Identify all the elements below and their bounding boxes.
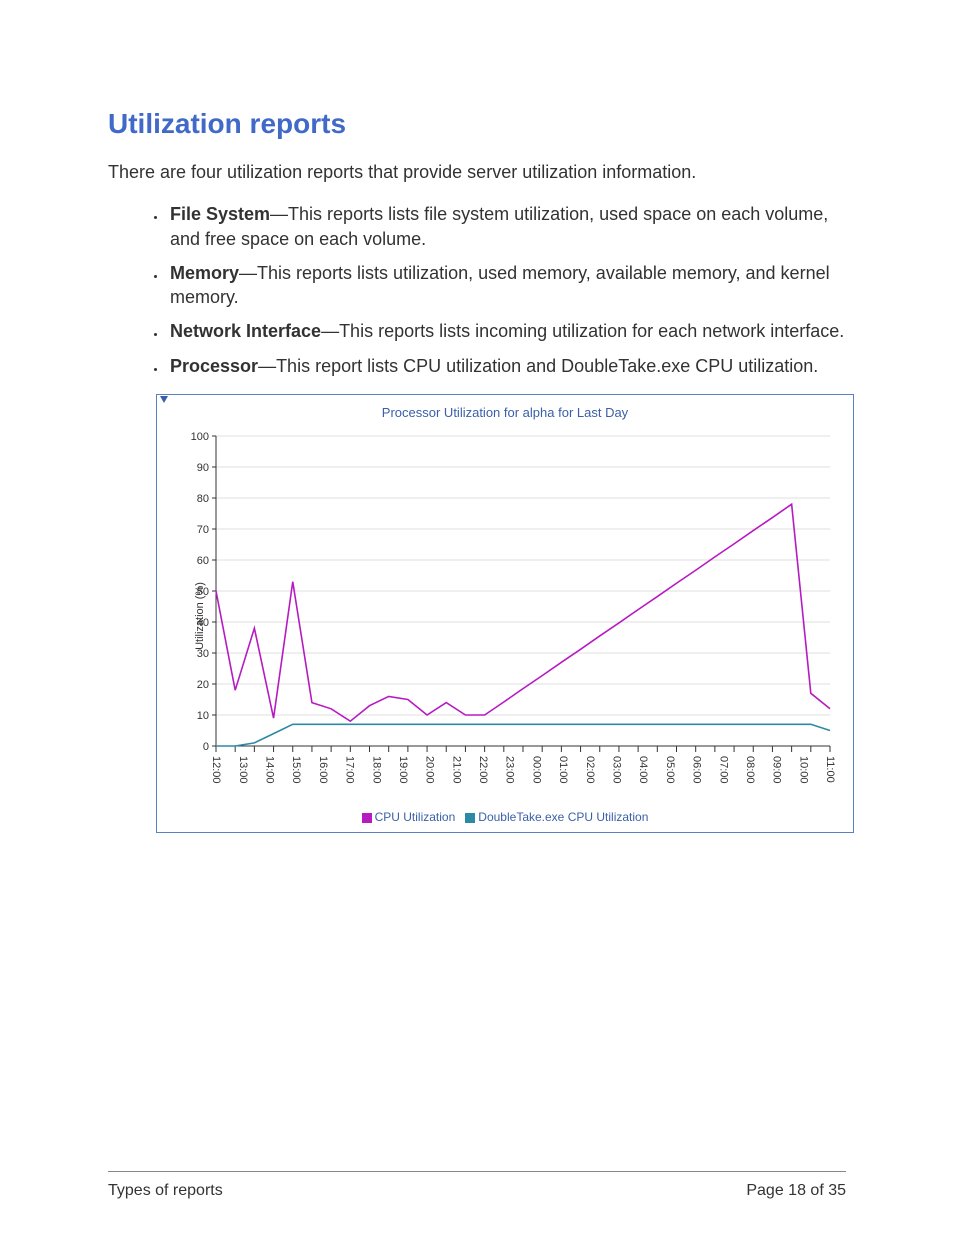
footer-section: Types of reports	[108, 1182, 223, 1200]
chart-menu-icon[interactable]	[160, 396, 168, 403]
svg-text:09:00: 09:00	[771, 756, 783, 784]
svg-text:60: 60	[197, 555, 209, 567]
svg-text:12:00: 12:00	[210, 756, 222, 784]
svg-text:03:00: 03:00	[611, 756, 623, 784]
svg-text:23:00: 23:00	[504, 756, 516, 784]
svg-text:14:00: 14:00	[263, 756, 275, 784]
intro-text: There are four utilization reports that …	[108, 160, 846, 184]
legend-swatch	[362, 813, 372, 823]
footer-page: Page 18 of 35	[746, 1182, 846, 1200]
svg-text:16:00: 16:00	[317, 756, 329, 784]
page-title: Utilization reports	[108, 108, 846, 140]
svg-text:04:00: 04:00	[637, 756, 649, 784]
svg-text:18:00: 18:00	[370, 756, 382, 784]
svg-text:70: 70	[197, 524, 209, 536]
svg-text:90: 90	[197, 462, 209, 474]
legend-label: CPU Utilization	[375, 810, 456, 824]
svg-text:06:00: 06:00	[691, 756, 703, 784]
svg-text:02:00: 02:00	[584, 756, 596, 784]
svg-text:10: 10	[197, 710, 209, 722]
chart-title: Processor Utilization for alpha for Last…	[161, 401, 849, 426]
svg-text:07:00: 07:00	[717, 756, 729, 784]
report-list-item: Processor—This report lists CPU utilizat…	[166, 354, 846, 378]
page-footer: Types of reports Page 18 of 35	[108, 1171, 846, 1200]
svg-text:00:00: 00:00	[530, 756, 542, 784]
svg-text:22:00: 22:00	[477, 756, 489, 784]
chart-container: Processor Utilization for alpha for Last…	[156, 394, 854, 833]
svg-text:20:00: 20:00	[424, 756, 436, 784]
chart-legend: CPU Utilization DoubleTake.exe CPU Utiliz…	[161, 806, 849, 824]
report-list-item: File System—This reports lists file syst…	[166, 202, 846, 251]
svg-text:100: 100	[191, 431, 209, 443]
legend-swatch	[465, 813, 475, 823]
report-list-item: Network Interface—This reports lists inc…	[166, 319, 846, 343]
report-list-item: Memory—This reports lists utilization, u…	[166, 261, 846, 310]
svg-text:20: 20	[197, 679, 209, 691]
svg-text:05:00: 05:00	[664, 756, 676, 784]
svg-text:11:00: 11:00	[824, 756, 836, 783]
svg-text:13:00: 13:00	[237, 756, 249, 784]
svg-text:0: 0	[203, 741, 209, 753]
svg-text:01:00: 01:00	[557, 756, 569, 784]
svg-text:10:00: 10:00	[797, 756, 809, 784]
chart-plot: Utilization (%) 010203040506070809010012…	[170, 426, 840, 806]
svg-text:17:00: 17:00	[344, 756, 356, 784]
y-axis-label: Utilization (%)	[194, 582, 206, 650]
svg-text:80: 80	[197, 493, 209, 505]
report-list: File System—This reports lists file syst…	[108, 202, 846, 378]
legend-label: DoubleTake.exe CPU Utilization	[478, 810, 648, 824]
svg-text:15:00: 15:00	[290, 756, 302, 784]
svg-text:08:00: 08:00	[744, 756, 756, 784]
svg-text:21:00: 21:00	[450, 756, 462, 784]
svg-text:19:00: 19:00	[397, 756, 409, 784]
